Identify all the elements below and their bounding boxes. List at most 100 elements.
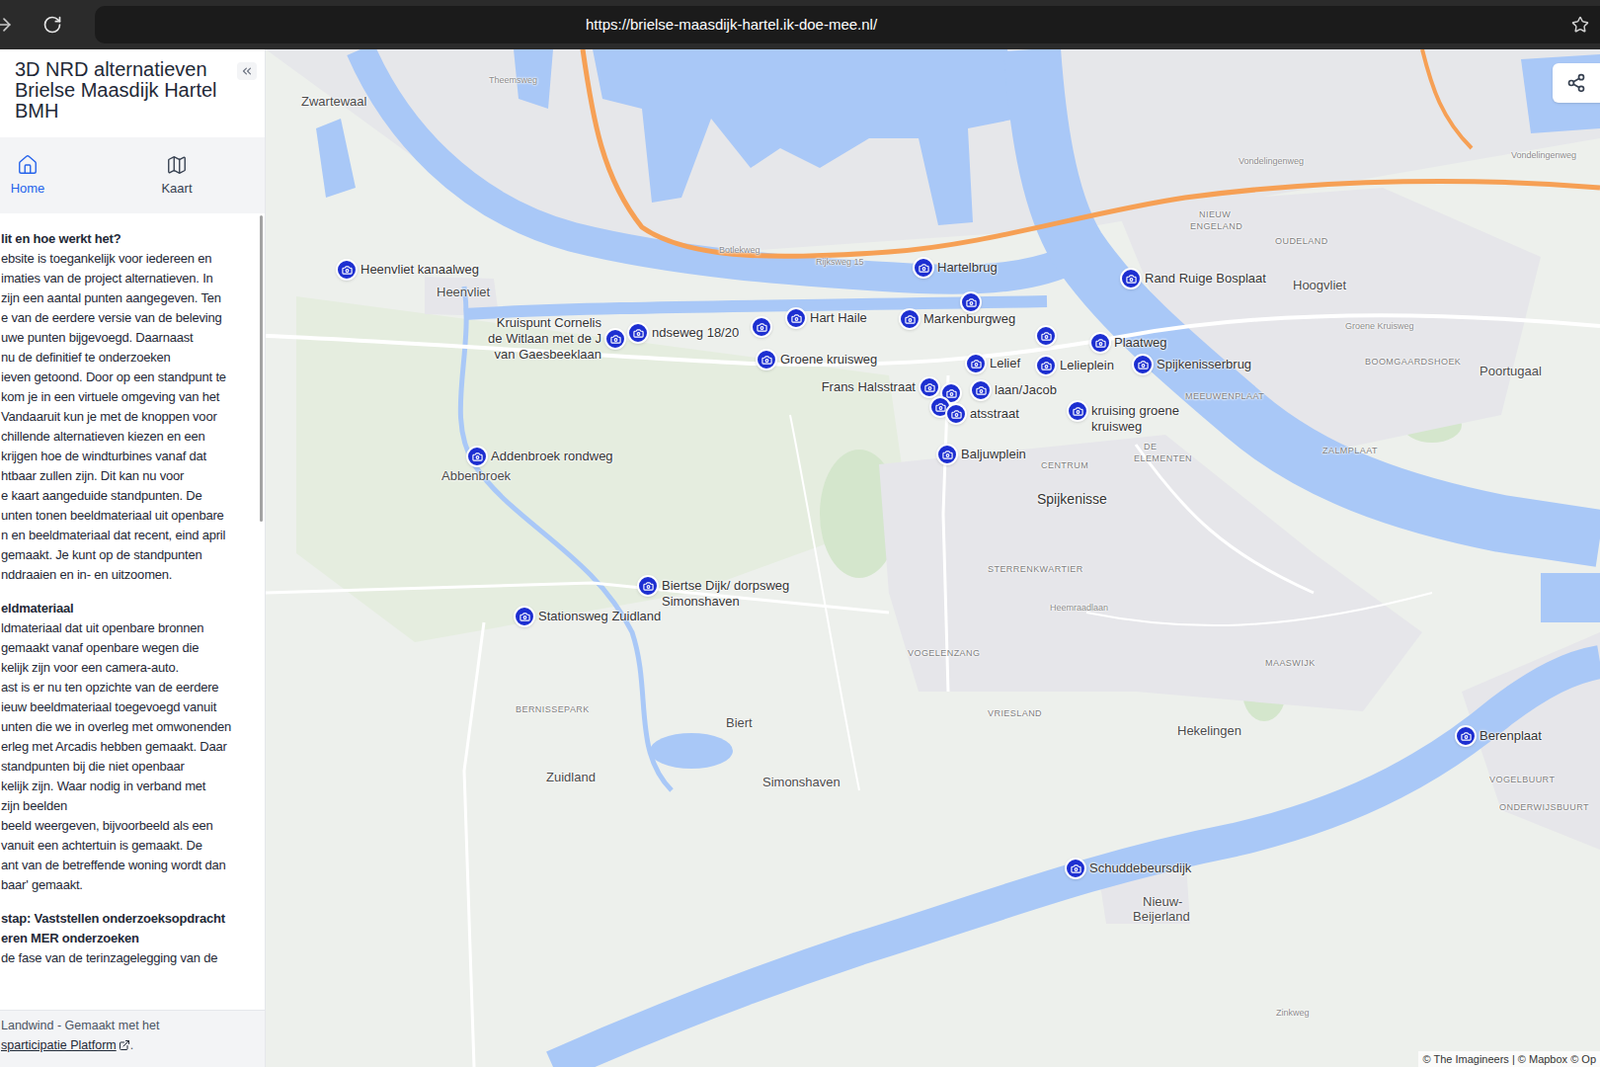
- pin-label[interactable]: Rand Ruige Bosplaat: [1144, 270, 1267, 287]
- pin-label[interactable]: Lelieplein: [1059, 357, 1115, 374]
- section-heading: lit en hoe werkt het?: [0, 229, 257, 249]
- app: https://brielse-maasdijk-hartel.ik-doe-m…: [0, 0, 1600, 1067]
- camera-pin[interactable]: [637, 574, 659, 597]
- camera-icon: [1072, 405, 1084, 417]
- camera-pin[interactable]: [912, 256, 935, 279]
- camera-pin[interactable]: [960, 291, 982, 314]
- nav-item[interactable]: Home: [0, 154, 56, 197]
- road-label: Theemsweg: [488, 73, 538, 87]
- district-label: MEEUWENPLAAT: [1185, 389, 1265, 403]
- town-label: Spijkenisse: [1037, 491, 1108, 506]
- body-text-line: baar' gemaakt.: [0, 875, 257, 895]
- body-text-line: e kaart aangeduide standpunten. De: [0, 485, 257, 506]
- place-label: Heenvliet: [436, 285, 490, 300]
- camera-pin[interactable]: [1089, 331, 1112, 354]
- camera-pin[interactable]: [898, 308, 921, 330]
- camera-pin[interactable]: [936, 443, 959, 466]
- pin-label[interactable]: Spijkenisserbrug: [1156, 356, 1252, 373]
- pin-label[interactable]: Frans Halsstraat: [821, 379, 916, 396]
- camera-icon: [918, 262, 930, 274]
- share-icon: [1566, 73, 1587, 93]
- camera-icon: [942, 449, 954, 461]
- camera-pin[interactable]: [513, 605, 536, 628]
- pin-label[interactable]: Baljuwplein: [960, 446, 1027, 463]
- camera-pin[interactable]: [750, 316, 773, 338]
- camera-icon: [756, 321, 768, 333]
- pin-label[interactable]: Addenbroek rondweg: [490, 448, 614, 465]
- map-tiles[interactable]: [265, 49, 1600, 1067]
- nav-item[interactable]: Kaart: [149, 154, 205, 197]
- camera-icon: [1460, 730, 1472, 742]
- bookmark-star-icon[interactable]: [1571, 15, 1590, 34]
- external-link-icon: [118, 1039, 131, 1051]
- pin-label[interactable]: atsstraat: [969, 405, 1020, 422]
- camera-pin[interactable]: [1131, 353, 1154, 376]
- road-label: Vondelingenweg: [1511, 148, 1577, 162]
- pin-label[interactable]: ndseweg 18/20: [651, 324, 739, 341]
- collapse-button[interactable]: [237, 62, 257, 80]
- place-label: Biert: [725, 716, 753, 730]
- camera-pin[interactable]: [969, 379, 992, 401]
- pin-label[interactable]: Hartelbrug: [937, 259, 998, 276]
- sidebar-header: 3D NRD alternatieven Brielse Maasdijk Ha…: [0, 49, 265, 138]
- sidebar: 3D NRD alternatieven Brielse Maasdijk Ha…: [0, 49, 266, 1067]
- map[interactable]: ZwartewaalHeenvlietHoogvlietPoortugaalSp…: [265, 49, 1600, 1067]
- url-field[interactable]: https://brielse-maasdijk-hartel.ik-doe-m…: [94, 5, 1600, 44]
- place-label: Zwartewaal: [301, 94, 367, 109]
- camera-icon: [975, 385, 987, 397]
- district-label: MAASWIJK: [1265, 655, 1316, 670]
- camera-pin[interactable]: [945, 402, 967, 425]
- road-label: Botlekweg: [719, 242, 761, 257]
- reload-icon[interactable]: [42, 14, 63, 35]
- body-text-line: kom je in een virtuele omgeving van het: [0, 387, 257, 407]
- district-label: VOGELENZANG: [907, 645, 980, 660]
- pin-label[interactable]: Kruispunt Cornelisde Witlaan met de Jvan…: [487, 315, 602, 363]
- camera-pin[interactable]: [755, 348, 778, 371]
- pin-label[interactable]: Lelief: [989, 355, 1021, 372]
- camera-icon: [1040, 330, 1052, 342]
- pin-label[interactable]: Schuddebeursdijk: [1089, 860, 1192, 877]
- share-button[interactable]: [1552, 63, 1600, 103]
- pin-label[interactable]: Plaatweg: [1114, 334, 1167, 351]
- camera-pin[interactable]: [964, 352, 987, 375]
- camera-pin[interactable]: [1120, 267, 1142, 290]
- pin-label[interactable]: Groene kruisweg: [780, 351, 878, 368]
- district-label: DE: [1143, 439, 1157, 454]
- page: 3D NRD alternatieven Brielse Maasdijk Ha…: [0, 49, 1600, 1067]
- scrollbar-thumb[interactable]: [259, 215, 263, 522]
- pin-label[interactable]: laan/Jacob: [994, 382, 1057, 399]
- platform-link[interactable]: sparticipatie Platform: [0, 1035, 117, 1055]
- forward-arrow-icon[interactable]: [0, 14, 14, 35]
- pin-label[interactable]: Biertse Dijk/ dorpswegSimonshaven: [661, 577, 790, 610]
- camera-pin[interactable]: [785, 307, 807, 329]
- pin-label[interactable]: Stationsweg Zuidland: [538, 608, 661, 625]
- pin-label[interactable]: Heenvliet kanaalweg: [360, 261, 480, 278]
- camera-pin[interactable]: [335, 258, 358, 281]
- camera-pin[interactable]: [466, 445, 488, 468]
- footer-text: Landwind - Gemaakt met het: [0, 1015, 265, 1036]
- body-text-line: imaties van de project alternatieven. In: [0, 268, 257, 289]
- camera-pin[interactable]: [1454, 724, 1477, 747]
- camera-pin[interactable]: [604, 327, 627, 350]
- district-label: OUDELAND: [1275, 234, 1329, 248]
- place-label: Hoogvliet: [1292, 278, 1347, 293]
- camera-pin[interactable]: [1066, 400, 1089, 422]
- pin-label[interactable]: Markenburgweg: [923, 311, 1016, 327]
- body-text-line: de fase van de terinzagelegging van de: [0, 948, 257, 968]
- pin-label[interactable]: Berenplaat: [1479, 727, 1542, 744]
- road-label: Vondelingenweg: [1238, 154, 1304, 168]
- camera-pin[interactable]: [1064, 857, 1087, 880]
- body-text-line: n en beeldmateriaal dat recent, eind apr…: [0, 525, 257, 546]
- pin-label[interactable]: kruising groenekruisweg: [1091, 402, 1180, 435]
- body-text-line: unten die we in overleg met omwonenden: [0, 717, 257, 737]
- place-label: Beijerland: [1132, 909, 1191, 924]
- camera-pin[interactable]: [1035, 324, 1057, 347]
- camera-pin[interactable]: [1035, 354, 1057, 377]
- camera-icon: [610, 333, 622, 345]
- camera-pin[interactable]: [918, 376, 941, 399]
- pin-label[interactable]: Hart Haile: [809, 310, 868, 326]
- camera-pin[interactable]: [627, 321, 649, 344]
- body-text-line: gemaakt. Je kunt op de standpunten: [0, 545, 257, 565]
- url-text[interactable]: https://brielse-maasdijk-hartel.ik-doe-m…: [94, 13, 878, 37]
- camera-icon: [951, 408, 962, 420]
